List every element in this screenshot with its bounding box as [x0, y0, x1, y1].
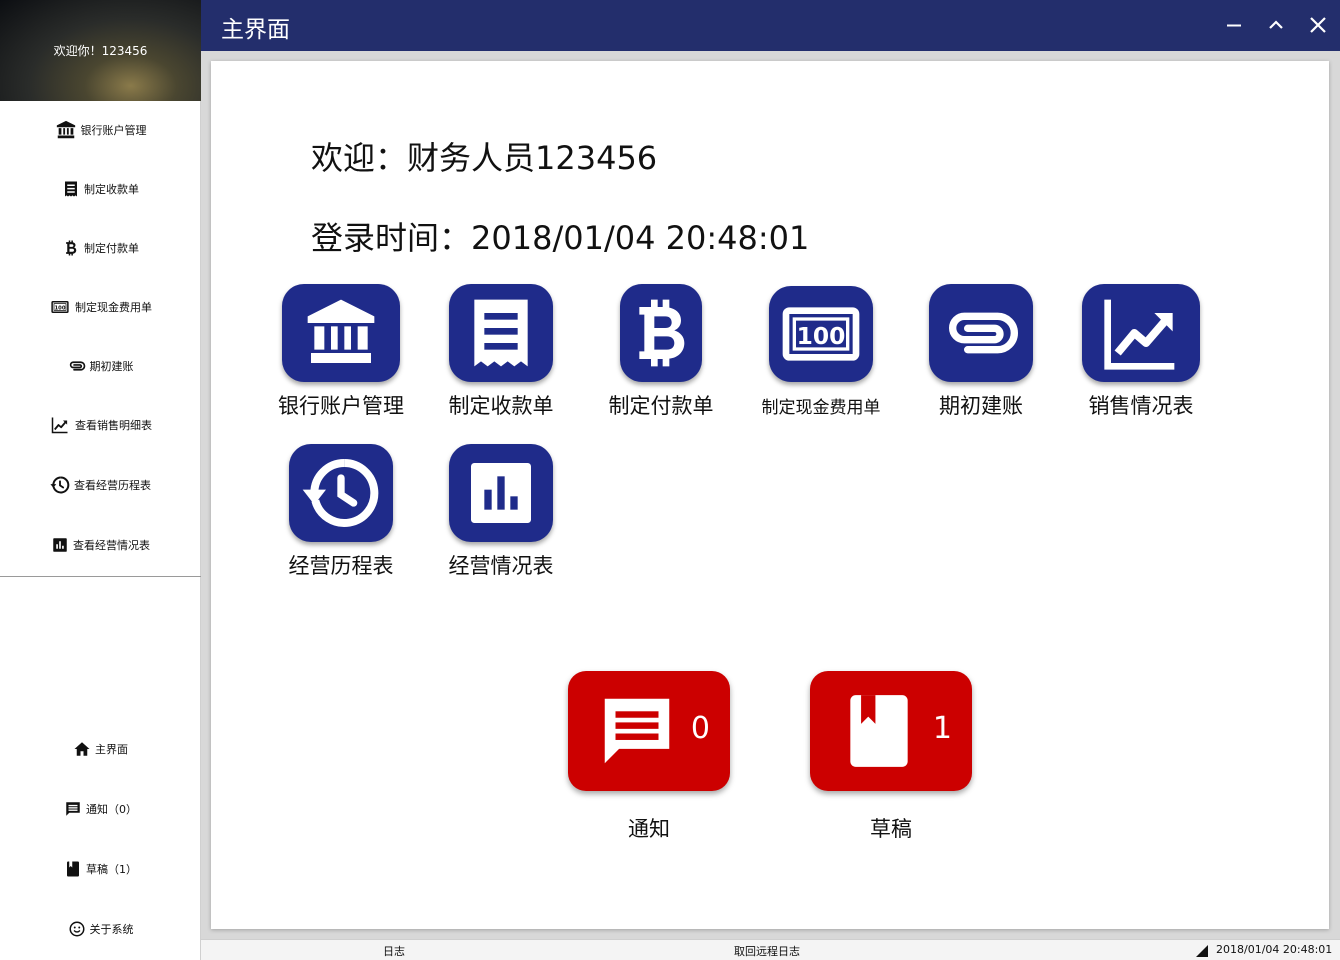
receipt-icon: [62, 180, 80, 198]
tile-opening-accounts[interactable]: 期初建账: [901, 284, 1061, 420]
sidebar-item-business-history[interactable]: 查看经营历程表: [0, 470, 201, 500]
paperclip-icon: [68, 357, 86, 375]
restore-icon: [1269, 20, 1283, 29]
sidebar-item-notifications[interactable]: 通知（0）: [0, 794, 201, 824]
cash-icon: [49, 298, 71, 316]
tile-label: 制定付款单: [608, 394, 714, 418]
receipt-icon: [461, 293, 541, 373]
draft-tile[interactable]: 1 草稿: [810, 671, 972, 843]
tile-icon-box: [449, 284, 553, 382]
tile-label: 制定现金费用单: [761, 398, 881, 418]
tile-label: 期初建账: [939, 394, 1023, 418]
message-icon: [64, 800, 82, 818]
tile-icon-box: [620, 284, 702, 382]
sidebar-item-business-status[interactable]: 查看经营情况表: [0, 530, 201, 560]
title-bar[interactable]: 主界面: [201, 0, 1340, 51]
status-time: 2018/01/04 20:48:01: [1216, 943, 1333, 956]
sidebar-item-label: 草稿（1）: [86, 863, 137, 876]
status-bar: 日志 取回远程日志 2018/01/04 20:48:01: [201, 939, 1340, 960]
tile-label: 制定收款单: [448, 394, 554, 418]
tile-label: 银行账户管理: [278, 394, 404, 418]
sidebar-item-label: 查看经营历程表: [74, 479, 151, 492]
paperclip-icon: [941, 293, 1021, 373]
sidebar-header: 欢迎你！123456: [0, 0, 201, 101]
message-icon: [594, 687, 680, 775]
sidebar-item-label: 查看销售明细表: [75, 419, 152, 432]
sidebar-item-about[interactable]: 关于系统: [0, 914, 201, 944]
notify-box: 0: [568, 671, 730, 791]
tile-label: 销售情况表: [1088, 394, 1194, 418]
bank-icon: [301, 293, 381, 373]
home-icon: [73, 740, 91, 758]
tile-business-history[interactable]: 经营历程表: [261, 444, 421, 580]
sidebar-nav: 银行账户管理 制定收款单 制定付款单 制定现金费用单 期初建账 查看销售明细表 …: [0, 101, 201, 577]
sidebar-item-label: 查看经营情况表: [73, 539, 150, 552]
minimize-icon: [1227, 24, 1241, 27]
tile-payment[interactable]: 制定付款单: [581, 284, 741, 420]
close-button[interactable]: [1307, 14, 1329, 36]
trending-up-icon: [49, 416, 71, 434]
tile-label: 经营情况表: [448, 554, 554, 578]
sidebar-item-opening-accounts[interactable]: 期初建账: [0, 351, 201, 381]
cash-icon: [781, 294, 861, 374]
tile-sales-status[interactable]: 销售情况表: [1061, 284, 1221, 420]
draft-label: 草稿: [870, 817, 912, 841]
sidebar-item-bank-accounts[interactable]: 银行账户管理: [0, 115, 201, 145]
sidebar-item-label: 银行账户管理: [80, 124, 147, 137]
bar-chart-icon: [51, 536, 69, 554]
window-title: 主界面: [221, 17, 290, 43]
sidebar-item-home[interactable]: 主界面: [0, 734, 201, 764]
restore-button[interactable]: [1265, 14, 1287, 36]
sidebar-welcome: 欢迎你！123456: [53, 44, 148, 58]
bitcoin-icon: [62, 239, 80, 257]
tile-receipt[interactable]: 制定收款单: [421, 284, 581, 420]
status-log-link[interactable]: 日志: [383, 943, 405, 959]
tile-icon-box: [282, 284, 400, 382]
history-icon: [301, 453, 381, 533]
book-icon: [836, 687, 922, 775]
tile-business-status[interactable]: 经营情况表: [421, 444, 581, 580]
sidebar-item-sales-detail[interactable]: 查看销售明细表: [0, 410, 201, 440]
book-icon: [64, 860, 82, 878]
sidebar-item-label: 制定收款单: [84, 183, 139, 196]
sidebar-item-label: 主界面: [95, 743, 128, 756]
bank-icon: [55, 119, 77, 141]
notify-label: 通知: [628, 817, 670, 841]
tile-icon-box: [769, 286, 873, 382]
sidebar-item-payment[interactable]: 制定付款单: [0, 233, 201, 263]
bitcoin-icon: [621, 293, 701, 373]
sidebar-item-label: 关于系统: [89, 923, 134, 936]
tile-label: 经营历程表: [288, 554, 394, 578]
sidebar-item-cash-expense[interactable]: 制定现金费用单: [0, 292, 201, 322]
trending-up-icon: [1101, 293, 1181, 373]
status-remote-log-link[interactable]: 取回远程日志: [734, 943, 800, 959]
main-panel: 欢迎：财务人员123456 登录时间：2018/01/04 20:48:01 银…: [211, 61, 1329, 929]
notify-tile[interactable]: 0 通知: [568, 671, 730, 843]
history-icon: [50, 475, 70, 495]
sidebar-item-label: 期初建账: [89, 360, 134, 373]
tile-cash-expense[interactable]: 制定现金费用单: [741, 286, 901, 418]
draft-box: 1: [810, 671, 972, 791]
sidebar-item-label: 制定付款单: [84, 242, 139, 255]
notify-count: 0: [690, 711, 710, 746]
login-time-text: 登录时间：2018/01/04 20:48:01: [311, 219, 810, 257]
tile-icon-box: [449, 444, 553, 542]
draft-count: 1: [932, 711, 952, 746]
sidebar-item-receipt[interactable]: 制定收款单: [0, 174, 201, 204]
bar-chart-icon: [461, 453, 541, 533]
sidebar-item-label: 制定现金费用单: [75, 301, 152, 314]
resize-grip-icon[interactable]: [1196, 945, 1208, 957]
tile-icon-box: [289, 444, 393, 542]
sidebar-item-drafts[interactable]: 草稿（1）: [0, 854, 201, 884]
tile-icon-box: [1082, 284, 1200, 382]
tile-bank-accounts[interactable]: 银行账户管理: [261, 284, 421, 420]
tile-icon-box: [929, 284, 1033, 382]
minimize-button[interactable]: [1223, 14, 1245, 36]
close-icon: [1310, 17, 1326, 33]
sidebar-item-label: 通知（0）: [86, 803, 137, 816]
smiley-icon: [68, 920, 86, 938]
sidebar: 欢迎你！123456 银行账户管理 制定收款单 制定付款单 制定现金费用单 期初…: [0, 0, 201, 960]
welcome-text: 欢迎：财务人员123456: [311, 139, 658, 177]
